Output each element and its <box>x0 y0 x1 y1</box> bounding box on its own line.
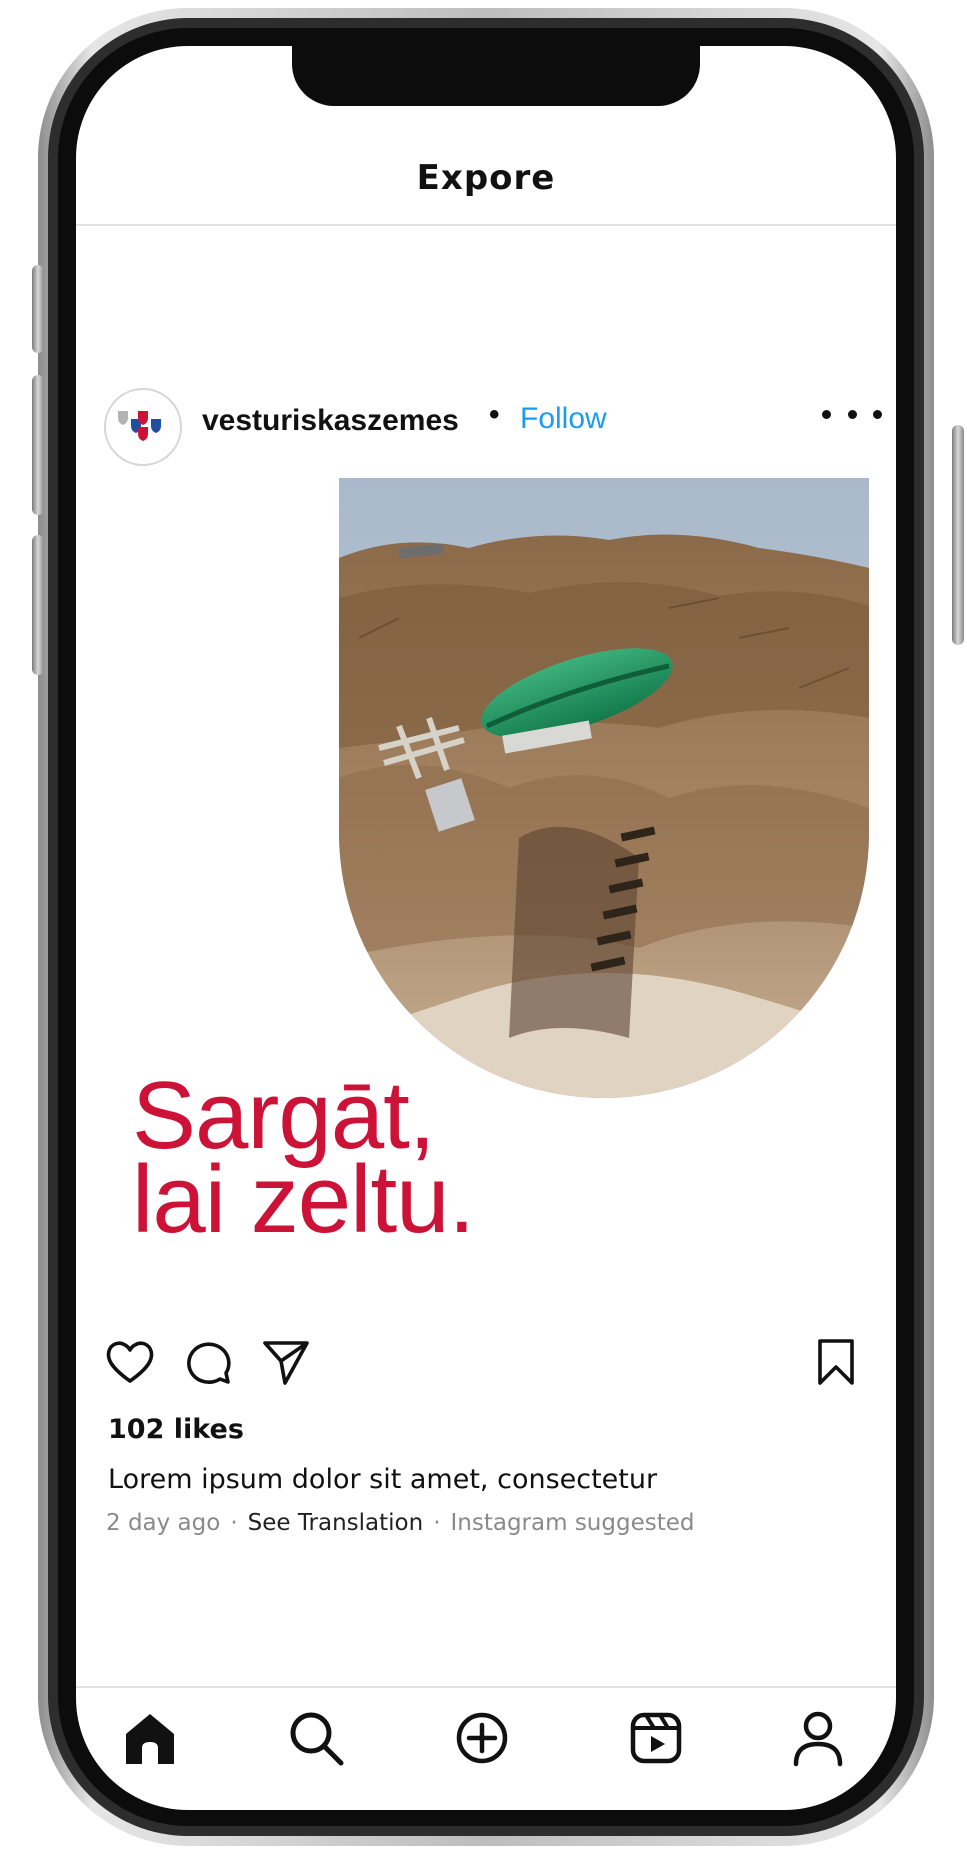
reels-icon[interactable] <box>624 1706 688 1770</box>
page-title: Expore <box>416 158 556 198</box>
silent-switch <box>32 265 44 353</box>
heart-icon[interactable] <box>104 1336 156 1388</box>
comment-icon[interactable] <box>182 1336 234 1388</box>
more-options-icon[interactable] <box>822 394 882 434</box>
post-actions <box>76 1336 896 1396</box>
headline-line-2: lai zeltu. <box>132 1146 475 1253</box>
create-icon[interactable] <box>450 1706 514 1770</box>
username-separator: • <box>489 398 500 431</box>
volume-down-button <box>32 535 44 675</box>
power-button <box>952 425 964 645</box>
meta-separator: · <box>230 1510 238 1536</box>
phone-screen: Expore vesturiskaszemes • Follow Sargāt,… <box>76 46 896 1810</box>
bookmark-icon[interactable] <box>810 1336 862 1388</box>
shield-logo-icon <box>118 411 161 441</box>
post-timestamp: 2 day ago <box>106 1510 221 1536</box>
post-caption: Lorem ipsum dolor sit amet, consectetur <box>108 1464 658 1495</box>
home-icon[interactable] <box>118 1706 182 1770</box>
avatar[interactable] <box>104 388 182 466</box>
search-icon[interactable] <box>284 1706 348 1770</box>
post-image <box>339 478 869 1098</box>
post-username[interactable]: vesturiskaszemes <box>202 404 459 438</box>
profile-icon[interactable] <box>786 1706 850 1770</box>
suggested-label: Instagram suggested <box>450 1510 695 1536</box>
send-icon[interactable] <box>260 1336 312 1388</box>
bottom-nav <box>76 1706 896 1776</box>
post-headline: Sargāt, lai zeltu. <box>132 1068 475 1253</box>
volume-up-button <box>32 375 44 515</box>
nav-divider <box>76 1686 896 1688</box>
post-meta: 2 day ago · See Translation · Instagram sugg… <box>106 1510 694 1536</box>
meta-separator: · <box>433 1510 441 1536</box>
see-translation-link[interactable]: See Translation <box>248 1510 424 1536</box>
notch <box>292 46 700 106</box>
header-divider <box>76 224 896 226</box>
follow-button[interactable]: Follow <box>520 402 607 436</box>
likes-count[interactable]: 102 likes <box>108 1414 244 1445</box>
